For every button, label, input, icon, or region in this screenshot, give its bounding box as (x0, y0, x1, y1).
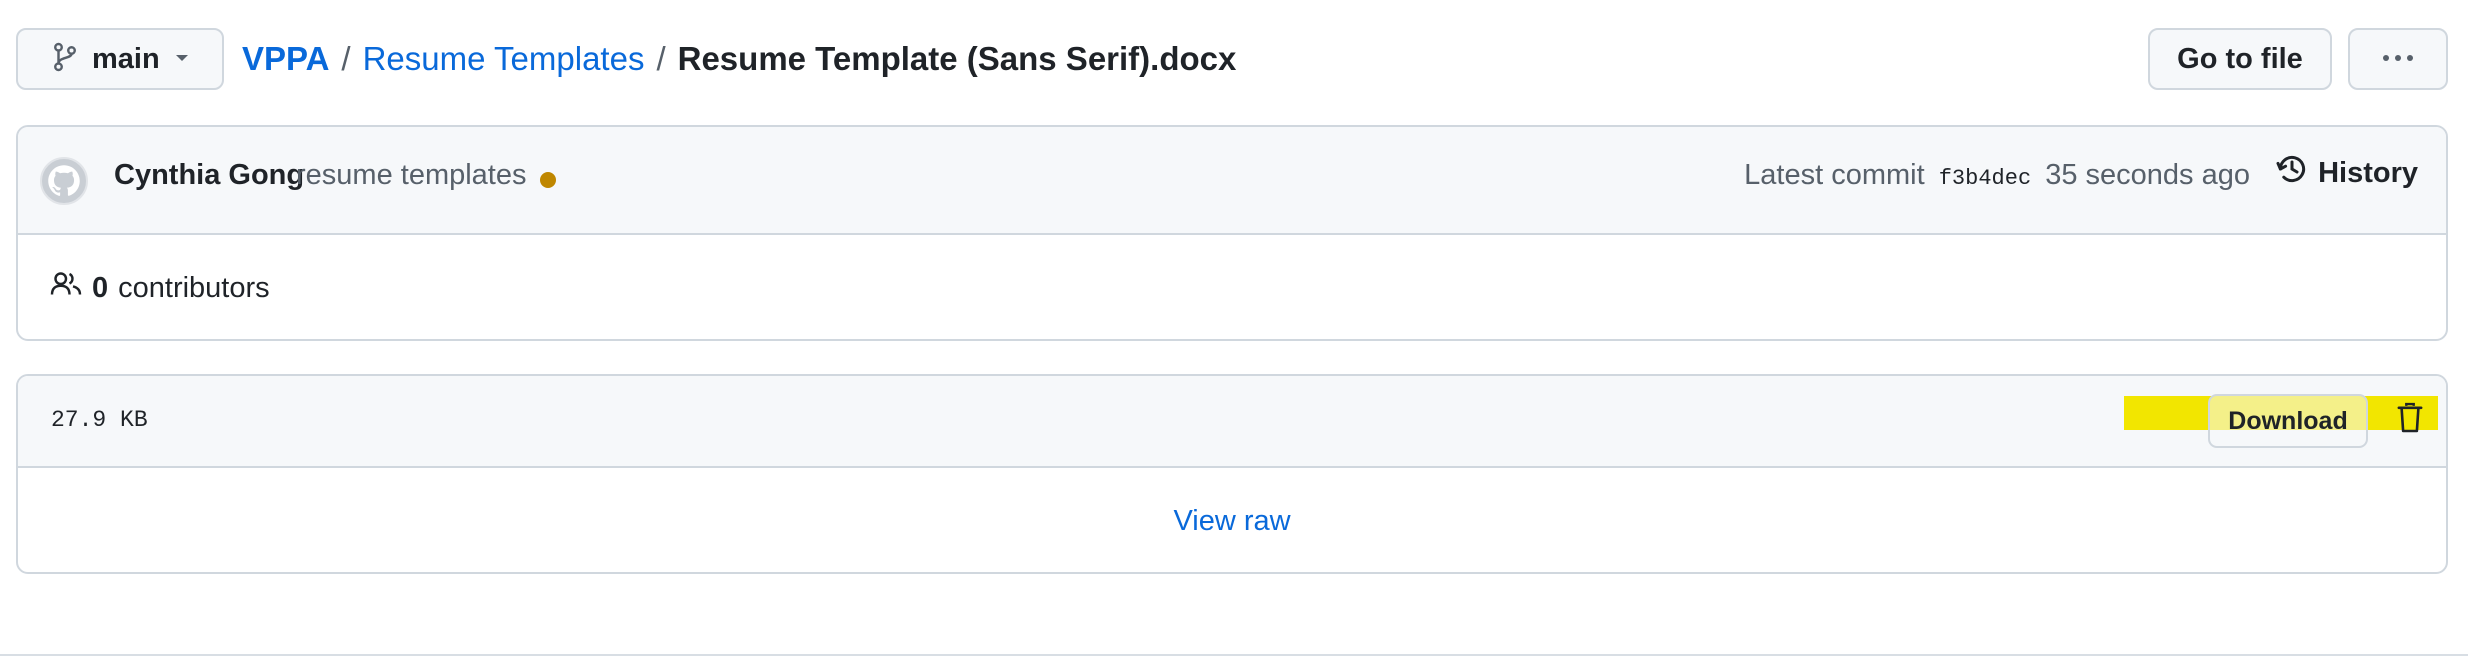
breadcrumb-file-name: Resume Template (Sans Serif).docx (677, 40, 1237, 77)
avatar[interactable] (40, 157, 88, 205)
commit-message-link[interactable]: resume templates (296, 159, 527, 192)
commit-author-link[interactable]: Cynthia Gong (114, 159, 304, 192)
commit-sha-link[interactable]: f3b4dec (1939, 166, 2031, 191)
download-button[interactable]: Download (2208, 394, 2368, 448)
latest-commit-label: Latest commit (1744, 159, 1925, 191)
breadcrumb: VPPA / Resume Templates / Resume Templat… (242, 28, 1236, 90)
delete-file-button[interactable] (2390, 398, 2430, 442)
view-raw-link[interactable]: View raw (1173, 505, 1290, 538)
file-viewer-box: 27.9 KB Download View raw (16, 374, 2448, 574)
commit-status-indicator[interactable] (540, 172, 556, 188)
breadcrumb-folder-link[interactable]: Resume Templates (363, 40, 645, 78)
breadcrumb-separator: / (341, 40, 351, 77)
file-body: View raw (18, 468, 2446, 572)
file-size: 27.9 KB (51, 407, 148, 433)
latest-commit-meta: Latest commit f3b4dec 35 seconds ago (1744, 159, 2250, 192)
history-label: History (2318, 156, 2418, 189)
go-to-file-button[interactable]: Go to file (2148, 28, 2332, 90)
contributors-label: contributors (118, 271, 270, 304)
branch-name: main (92, 42, 160, 75)
contributors-count: 0 (92, 271, 109, 304)
breadcrumb-separator: / (656, 40, 666, 77)
git-branch-icon (52, 42, 78, 77)
commit-time: 35 seconds ago (2045, 159, 2250, 191)
github-user-icon (48, 165, 80, 196)
breadcrumb-repo-link[interactable]: VPPA (242, 40, 329, 78)
page-divider (0, 654, 2468, 656)
history-icon (2276, 153, 2308, 193)
history-button[interactable]: History (2276, 153, 2418, 193)
contributors-row: 0 contributors (18, 235, 2446, 339)
latest-commit-header: Cynthia Gong resume templates Latest com… (18, 127, 2446, 235)
more-options-button[interactable] (2348, 28, 2448, 90)
trash-icon (2397, 402, 2423, 439)
people-icon (50, 270, 82, 306)
kebab-horizontal-icon (2380, 50, 2416, 68)
branch-selector-button[interactable]: main (16, 28, 224, 90)
triangle-down-icon (174, 50, 190, 68)
commit-info-box: Cynthia Gong resume templates Latest com… (16, 125, 2448, 341)
file-navigation-bar: main VPPA / Resume Templates / Resume Te… (16, 28, 2448, 92)
file-header: 27.9 KB Download (18, 376, 2446, 468)
